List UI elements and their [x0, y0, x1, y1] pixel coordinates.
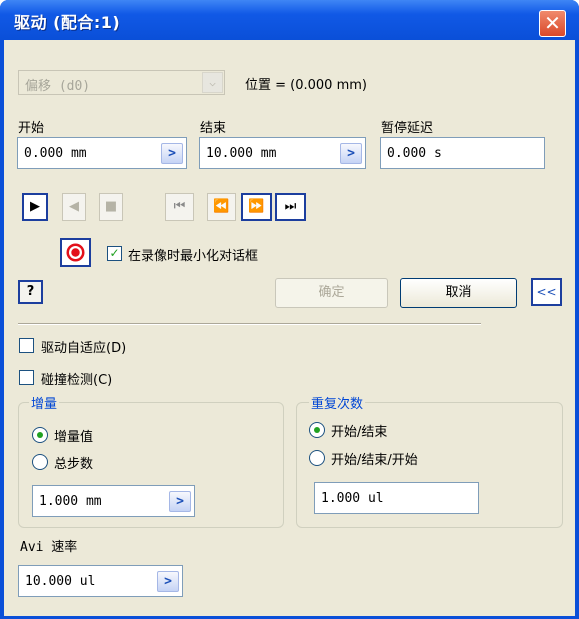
pause-value: 0.000 s — [387, 146, 442, 161]
avi-rate-value: 10.000 ul — [25, 574, 96, 589]
adaptive-drive-checkbox[interactable] — [19, 338, 34, 353]
start-label: 开始 — [18, 121, 45, 136]
start-value: 0.000 mm — [24, 146, 87, 161]
arrow-right-icon[interactable]: > — [157, 571, 179, 592]
start-end-start-radio[interactable] — [309, 450, 325, 466]
start-end-radio[interactable] — [309, 422, 325, 438]
end-value: 10.000 mm — [206, 146, 277, 161]
step-back-button[interactable]: ⏪ — [207, 193, 236, 221]
collapse-icon: << — [536, 285, 557, 299]
pause-field[interactable]: 0.000 s — [380, 137, 545, 169]
step-forward-button[interactable]: ⏩ — [241, 193, 272, 221]
close-button[interactable]: ✕ — [539, 10, 566, 37]
go-to-end-button[interactable]: ⏭ — [275, 193, 306, 221]
minimize-while-recording-label: 在录像时最小化对话框 — [128, 249, 259, 264]
end-field[interactable]: 10.000 mm > — [199, 137, 366, 169]
avi-rate-field[interactable]: 10.000 ul > — [18, 565, 183, 597]
play-forward-button[interactable]: ▶ — [22, 193, 48, 221]
cancel-button[interactable]: 取消 — [400, 278, 517, 308]
repeat-count-field[interactable]: 1.000 ul — [314, 482, 479, 514]
play-reverse-button[interactable]: ◀ — [62, 193, 86, 221]
repeat-count-group-title: 重复次数 — [309, 393, 366, 412]
total-steps-label: 总步数 — [54, 457, 94, 472]
position-readout: 位置 = (0.000 mm) — [245, 78, 367, 93]
reverse-icon: ◀ — [69, 199, 79, 214]
collision-detection-label: 碰撞检测(C) — [41, 373, 113, 388]
arrow-right-icon[interactable]: > — [169, 491, 191, 512]
skip-start-icon: ⏮ — [173, 199, 186, 214]
separator — [18, 323, 481, 325]
step-forward-icon: ⏩ — [248, 199, 265, 214]
ok-button[interactable]: 确定 — [275, 278, 388, 308]
dialog-window: 驱动 (配合:1) ✕ 偏移 (d0) ⌵ 位置 = (0.000 mm) 开始… — [0, 0, 579, 619]
minimize-while-recording-checkbox[interactable]: ✓ — [107, 246, 122, 261]
increment-group-title: 增量 — [29, 393, 60, 412]
start-end-label: 开始/结束 — [331, 425, 388, 440]
repeat-count-value: 1.000 ul — [321, 491, 384, 506]
help-icon: ? — [26, 284, 35, 299]
cancel-button-label: 取消 — [445, 285, 472, 300]
total-steps-radio[interactable] — [32, 454, 48, 470]
start-field[interactable]: 0.000 mm > — [17, 137, 187, 169]
chevron-down-icon: ⌵ — [202, 72, 223, 93]
dialog-body: 偏移 (d0) ⌵ 位置 = (0.000 mm) 开始 结束 暂停延迟 0.0… — [4, 40, 575, 616]
constraint-combo: 偏移 (d0) ⌵ — [18, 70, 225, 95]
help-button[interactable]: ? — [18, 280, 43, 304]
play-icon: ▶ — [30, 199, 40, 214]
increment-value-radio[interactable] — [32, 427, 48, 443]
step-back-icon: ⏪ — [213, 199, 230, 214]
increment-field[interactable]: 1.000 mm > — [32, 485, 195, 517]
title-bar[interactable]: 驱动 (配合:1) ✕ — [0, 0, 579, 40]
constraint-combo-value: 偏移 (d0) — [25, 79, 91, 94]
record-icon — [66, 243, 85, 262]
start-end-start-label: 开始/结束/开始 — [331, 453, 418, 468]
collapse-button[interactable]: << — [531, 278, 562, 306]
ok-button-label: 确定 — [318, 285, 345, 300]
adaptive-drive-label: 驱动自适应(D) — [41, 341, 127, 356]
end-label: 结束 — [200, 121, 227, 136]
pause-label: 暂停延迟 — [381, 121, 434, 136]
stop-icon: ■ — [104, 199, 118, 214]
record-button[interactable] — [60, 238, 91, 267]
arrow-right-icon[interactable]: > — [161, 143, 183, 164]
skip-end-icon: ⏭ — [284, 199, 297, 214]
increment-value: 1.000 mm — [39, 494, 102, 509]
check-icon: ✓ — [109, 246, 120, 260]
collision-detection-checkbox[interactable] — [19, 370, 34, 385]
go-to-start-button[interactable]: ⏮ — [165, 193, 194, 221]
arrow-right-icon[interactable]: > — [340, 143, 362, 164]
avi-rate-label: Avi 速率 — [20, 540, 78, 555]
close-icon: ✕ — [544, 11, 561, 35]
increment-value-label: 增量值 — [54, 430, 94, 445]
stop-button[interactable]: ■ — [99, 193, 123, 221]
window-title: 驱动 (配合:1) — [14, 13, 121, 32]
